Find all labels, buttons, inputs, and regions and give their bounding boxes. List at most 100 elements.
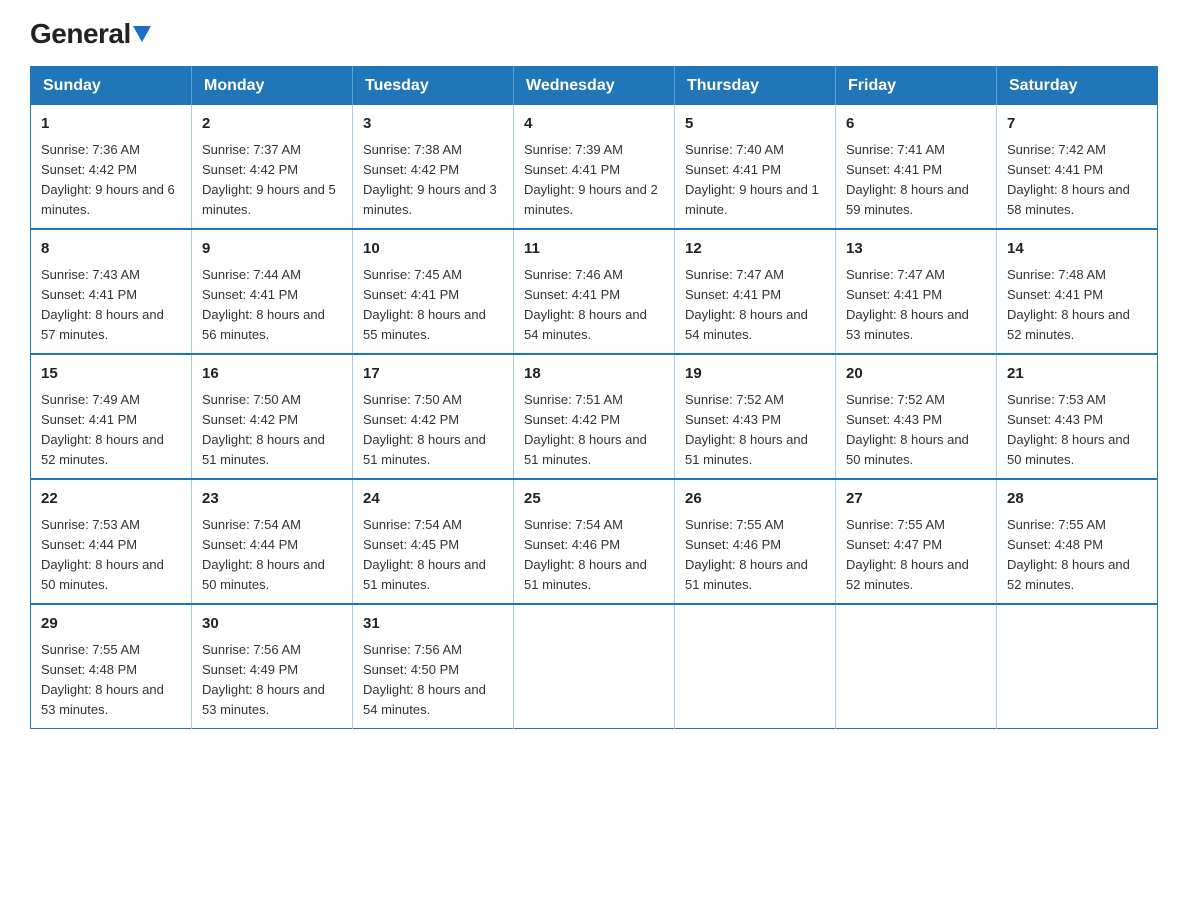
- calendar-cell: 8 Sunrise: 7:43 AM Sunset: 4:41 PM Dayli…: [31, 229, 192, 354]
- col-header-wednesday: Wednesday: [514, 67, 675, 106]
- day-number: 23: [202, 488, 342, 511]
- day-info: Sunrise: 7:49 AM Sunset: 4:41 PM Dayligh…: [41, 390, 181, 471]
- day-info: Sunrise: 7:54 AM Sunset: 4:44 PM Dayligh…: [202, 515, 342, 596]
- day-number: 8: [41, 238, 181, 261]
- day-info: Sunrise: 7:47 AM Sunset: 4:41 PM Dayligh…: [846, 265, 986, 346]
- day-info: Sunrise: 7:37 AM Sunset: 4:42 PM Dayligh…: [202, 140, 342, 221]
- day-info: Sunrise: 7:56 AM Sunset: 4:50 PM Dayligh…: [363, 640, 503, 721]
- calendar-cell: 27 Sunrise: 7:55 AM Sunset: 4:47 PM Dayl…: [836, 479, 997, 604]
- calendar-cell: 18 Sunrise: 7:51 AM Sunset: 4:42 PM Dayl…: [514, 354, 675, 479]
- day-number: 2: [202, 113, 342, 136]
- calendar-cell: 22 Sunrise: 7:53 AM Sunset: 4:44 PM Dayl…: [31, 479, 192, 604]
- day-number: 20: [846, 363, 986, 386]
- calendar-cell: [836, 604, 997, 729]
- calendar-week-4: 22 Sunrise: 7:53 AM Sunset: 4:44 PM Dayl…: [31, 479, 1158, 604]
- calendar-week-5: 29 Sunrise: 7:55 AM Sunset: 4:48 PM Dayl…: [31, 604, 1158, 729]
- day-info: Sunrise: 7:45 AM Sunset: 4:41 PM Dayligh…: [363, 265, 503, 346]
- col-header-tuesday: Tuesday: [353, 67, 514, 106]
- calendar-cell: 1 Sunrise: 7:36 AM Sunset: 4:42 PM Dayli…: [31, 105, 192, 229]
- calendar-header-row: SundayMondayTuesdayWednesdayThursdayFrid…: [31, 67, 1158, 106]
- day-number: 26: [685, 488, 825, 511]
- calendar-cell: 31 Sunrise: 7:56 AM Sunset: 4:50 PM Dayl…: [353, 604, 514, 729]
- day-number: 29: [41, 613, 181, 636]
- calendar-cell: [675, 604, 836, 729]
- calendar-cell: 21 Sunrise: 7:53 AM Sunset: 4:43 PM Dayl…: [997, 354, 1158, 479]
- calendar-cell: 6 Sunrise: 7:41 AM Sunset: 4:41 PM Dayli…: [836, 105, 997, 229]
- day-number: 31: [363, 613, 503, 636]
- day-info: Sunrise: 7:38 AM Sunset: 4:42 PM Dayligh…: [363, 140, 503, 221]
- day-info: Sunrise: 7:53 AM Sunset: 4:44 PM Dayligh…: [41, 515, 181, 596]
- day-number: 18: [524, 363, 664, 386]
- col-header-thursday: Thursday: [675, 67, 836, 106]
- calendar-cell: 3 Sunrise: 7:38 AM Sunset: 4:42 PM Dayli…: [353, 105, 514, 229]
- calendar-week-3: 15 Sunrise: 7:49 AM Sunset: 4:41 PM Dayl…: [31, 354, 1158, 479]
- day-info: Sunrise: 7:40 AM Sunset: 4:41 PM Dayligh…: [685, 140, 825, 221]
- calendar-cell: [997, 604, 1158, 729]
- day-info: Sunrise: 7:52 AM Sunset: 4:43 PM Dayligh…: [685, 390, 825, 471]
- day-number: 7: [1007, 113, 1147, 136]
- calendar-cell: 16 Sunrise: 7:50 AM Sunset: 4:42 PM Dayl…: [192, 354, 353, 479]
- day-number: 3: [363, 113, 503, 136]
- calendar-cell: 29 Sunrise: 7:55 AM Sunset: 4:48 PM Dayl…: [31, 604, 192, 729]
- day-number: 25: [524, 488, 664, 511]
- day-number: 5: [685, 113, 825, 136]
- calendar-cell: 2 Sunrise: 7:37 AM Sunset: 4:42 PM Dayli…: [192, 105, 353, 229]
- day-number: 16: [202, 363, 342, 386]
- day-info: Sunrise: 7:47 AM Sunset: 4:41 PM Dayligh…: [685, 265, 825, 346]
- calendar-cell: 5 Sunrise: 7:40 AM Sunset: 4:41 PM Dayli…: [675, 105, 836, 229]
- day-number: 9: [202, 238, 342, 261]
- calendar-cell: 9 Sunrise: 7:44 AM Sunset: 4:41 PM Dayli…: [192, 229, 353, 354]
- day-number: 14: [1007, 238, 1147, 261]
- day-info: Sunrise: 7:52 AM Sunset: 4:43 PM Dayligh…: [846, 390, 986, 471]
- col-header-sunday: Sunday: [31, 67, 192, 106]
- day-number: 21: [1007, 363, 1147, 386]
- day-number: 19: [685, 363, 825, 386]
- page-header: General: [30, 20, 1158, 48]
- day-info: Sunrise: 7:55 AM Sunset: 4:48 PM Dayligh…: [41, 640, 181, 721]
- day-number: 12: [685, 238, 825, 261]
- calendar-cell: 24 Sunrise: 7:54 AM Sunset: 4:45 PM Dayl…: [353, 479, 514, 604]
- logo: General: [30, 20, 151, 48]
- calendar-cell: 19 Sunrise: 7:52 AM Sunset: 4:43 PM Dayl…: [675, 354, 836, 479]
- calendar-cell: 13 Sunrise: 7:47 AM Sunset: 4:41 PM Dayl…: [836, 229, 997, 354]
- calendar-cell: 30 Sunrise: 7:56 AM Sunset: 4:49 PM Dayl…: [192, 604, 353, 729]
- calendar-week-2: 8 Sunrise: 7:43 AM Sunset: 4:41 PM Dayli…: [31, 229, 1158, 354]
- calendar-cell: 28 Sunrise: 7:55 AM Sunset: 4:48 PM Dayl…: [997, 479, 1158, 604]
- day-info: Sunrise: 7:42 AM Sunset: 4:41 PM Dayligh…: [1007, 140, 1147, 221]
- day-info: Sunrise: 7:53 AM Sunset: 4:43 PM Dayligh…: [1007, 390, 1147, 471]
- day-number: 13: [846, 238, 986, 261]
- day-info: Sunrise: 7:55 AM Sunset: 4:46 PM Dayligh…: [685, 515, 825, 596]
- day-info: Sunrise: 7:46 AM Sunset: 4:41 PM Dayligh…: [524, 265, 664, 346]
- day-info: Sunrise: 7:44 AM Sunset: 4:41 PM Dayligh…: [202, 265, 342, 346]
- day-number: 28: [1007, 488, 1147, 511]
- day-info: Sunrise: 7:55 AM Sunset: 4:47 PM Dayligh…: [846, 515, 986, 596]
- logo-triangle-icon: [133, 26, 151, 42]
- calendar-cell: 7 Sunrise: 7:42 AM Sunset: 4:41 PM Dayli…: [997, 105, 1158, 229]
- day-info: Sunrise: 7:55 AM Sunset: 4:48 PM Dayligh…: [1007, 515, 1147, 596]
- calendar-cell: 20 Sunrise: 7:52 AM Sunset: 4:43 PM Dayl…: [836, 354, 997, 479]
- day-number: 11: [524, 238, 664, 261]
- calendar-cell: [514, 604, 675, 729]
- day-info: Sunrise: 7:54 AM Sunset: 4:46 PM Dayligh…: [524, 515, 664, 596]
- calendar-cell: 11 Sunrise: 7:46 AM Sunset: 4:41 PM Dayl…: [514, 229, 675, 354]
- calendar-cell: 15 Sunrise: 7:49 AM Sunset: 4:41 PM Dayl…: [31, 354, 192, 479]
- col-header-friday: Friday: [836, 67, 997, 106]
- day-number: 17: [363, 363, 503, 386]
- calendar-table: SundayMondayTuesdayWednesdayThursdayFrid…: [30, 66, 1158, 729]
- day-info: Sunrise: 7:51 AM Sunset: 4:42 PM Dayligh…: [524, 390, 664, 471]
- day-info: Sunrise: 7:41 AM Sunset: 4:41 PM Dayligh…: [846, 140, 986, 221]
- day-info: Sunrise: 7:36 AM Sunset: 4:42 PM Dayligh…: [41, 140, 181, 221]
- calendar-cell: 25 Sunrise: 7:54 AM Sunset: 4:46 PM Dayl…: [514, 479, 675, 604]
- calendar-week-1: 1 Sunrise: 7:36 AM Sunset: 4:42 PM Dayli…: [31, 105, 1158, 229]
- col-header-monday: Monday: [192, 67, 353, 106]
- day-number: 1: [41, 113, 181, 136]
- day-info: Sunrise: 7:48 AM Sunset: 4:41 PM Dayligh…: [1007, 265, 1147, 346]
- calendar-cell: 4 Sunrise: 7:39 AM Sunset: 4:41 PM Dayli…: [514, 105, 675, 229]
- day-number: 15: [41, 363, 181, 386]
- day-number: 4: [524, 113, 664, 136]
- calendar-cell: 10 Sunrise: 7:45 AM Sunset: 4:41 PM Dayl…: [353, 229, 514, 354]
- calendar-cell: 12 Sunrise: 7:47 AM Sunset: 4:41 PM Dayl…: [675, 229, 836, 354]
- day-number: 24: [363, 488, 503, 511]
- calendar-cell: 14 Sunrise: 7:48 AM Sunset: 4:41 PM Dayl…: [997, 229, 1158, 354]
- calendar-cell: 23 Sunrise: 7:54 AM Sunset: 4:44 PM Dayl…: [192, 479, 353, 604]
